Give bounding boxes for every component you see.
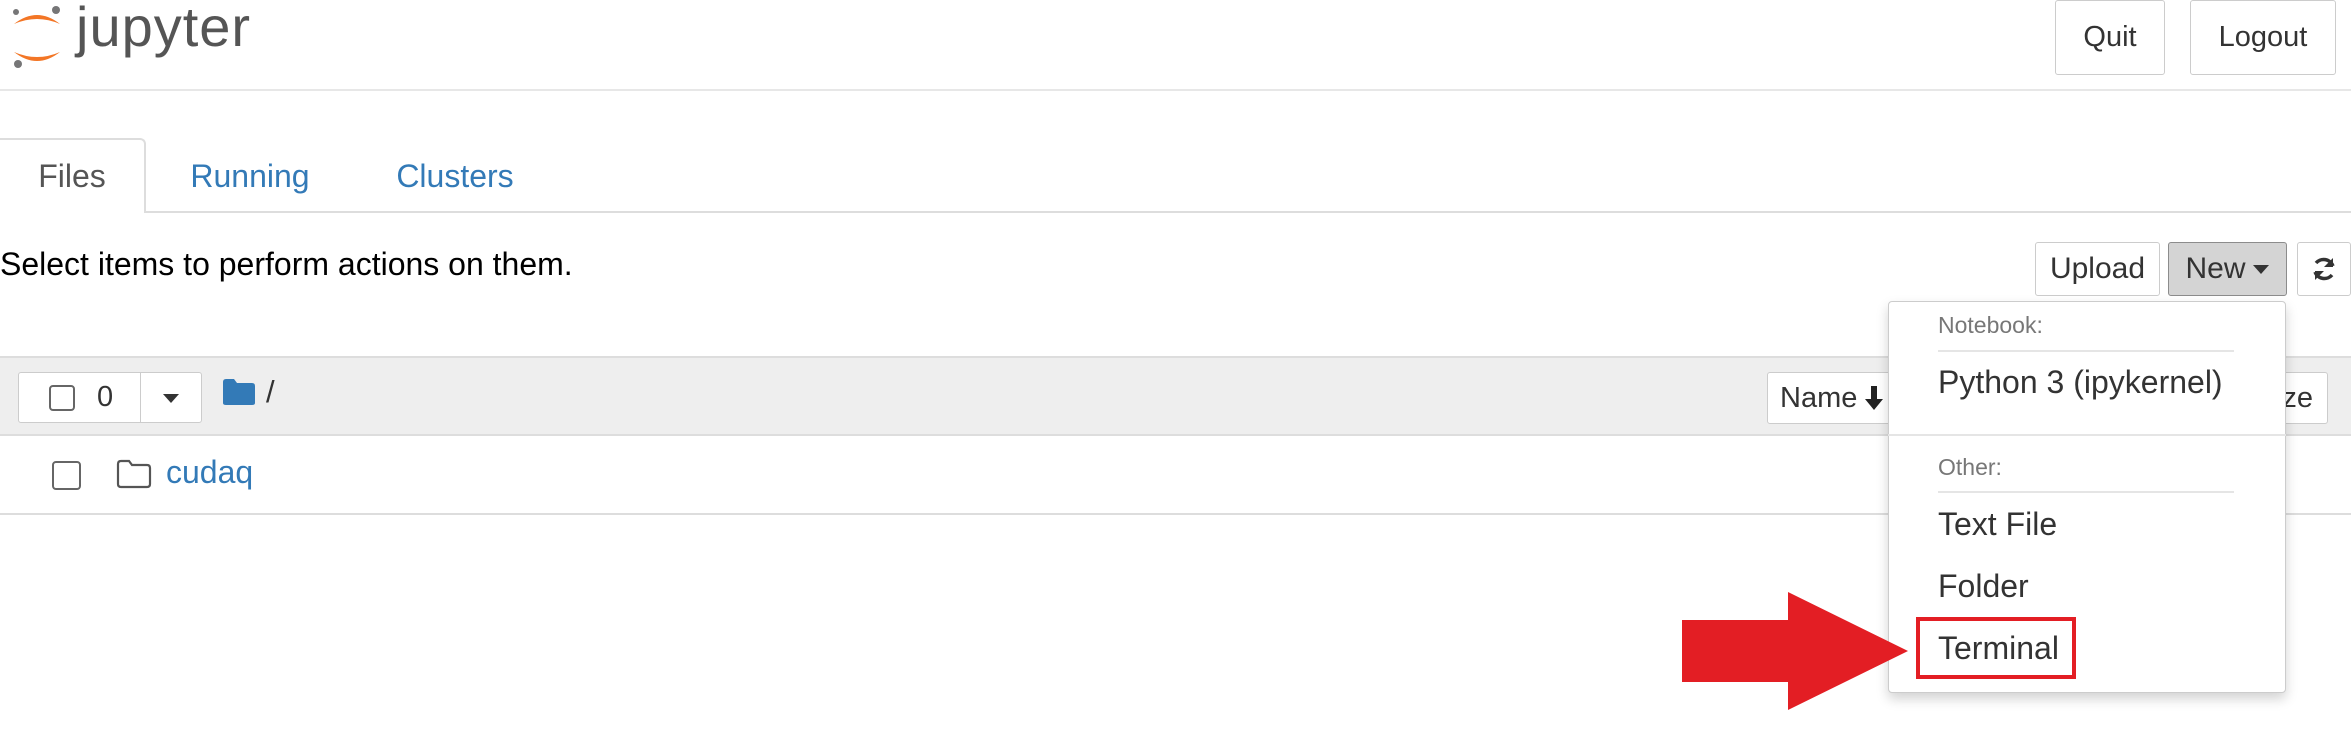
caret-down-icon	[163, 393, 179, 403]
menu-section-other: Other:	[1938, 454, 2002, 480]
breadcrumb-root[interactable]: /	[266, 374, 275, 410]
file-name-link[interactable]: cudaq	[166, 454, 253, 491]
sort-by-name-button[interactable]: Name	[1767, 372, 1897, 424]
menu-item-python3[interactable]: Python 3 (ipykernel)	[1938, 364, 2223, 401]
row-checkbox[interactable]	[52, 461, 81, 490]
menu-section-notebook: Notebook:	[1938, 312, 2043, 338]
upload-button[interactable]: Upload	[2035, 242, 2160, 296]
jupyter-logo-icon[interactable]	[8, 2, 66, 74]
refresh-icon	[2313, 257, 2335, 281]
sort-arrow-down-icon	[1865, 386, 1884, 410]
selection-hint: Select items to perform actions on them.	[0, 246, 573, 282]
red-arrow-icon	[1682, 592, 1908, 710]
tab-files[interactable]: Files	[0, 138, 146, 213]
folder-solid-icon[interactable]	[222, 378, 256, 406]
menu-divider	[1938, 350, 2234, 352]
logo-text[interactable]: jupyter	[76, 0, 251, 59]
caret-down-icon	[2252, 265, 2269, 274]
menu-divider	[1938, 491, 2234, 493]
new-button-label: New	[2185, 252, 2246, 285]
tab-clusters[interactable]: Clusters	[370, 140, 540, 212]
terminal-highlight-box	[1916, 617, 2076, 679]
folder-outline-icon	[116, 459, 152, 489]
new-button[interactable]: New	[2168, 242, 2287, 296]
sort-name-label: Name	[1780, 381, 1858, 414]
menu-divider	[1888, 434, 2286, 436]
menu-item-folder[interactable]: Folder	[1938, 568, 2029, 605]
select-all-checkbox[interactable]	[49, 385, 75, 411]
menu-item-text-file[interactable]: Text File	[1938, 506, 2057, 543]
logout-button[interactable]: Logout	[2190, 0, 2336, 75]
select-all-control[interactable]: 0	[18, 372, 141, 423]
select-menu-button[interactable]	[140, 372, 202, 423]
tab-bar-line	[0, 211, 2351, 213]
selected-count: 0	[97, 381, 114, 413]
refresh-button[interactable]	[2297, 242, 2351, 296]
tab-running[interactable]: Running	[170, 140, 330, 212]
header-divider	[0, 89, 2351, 91]
quit-button[interactable]: Quit	[2055, 0, 2165, 75]
